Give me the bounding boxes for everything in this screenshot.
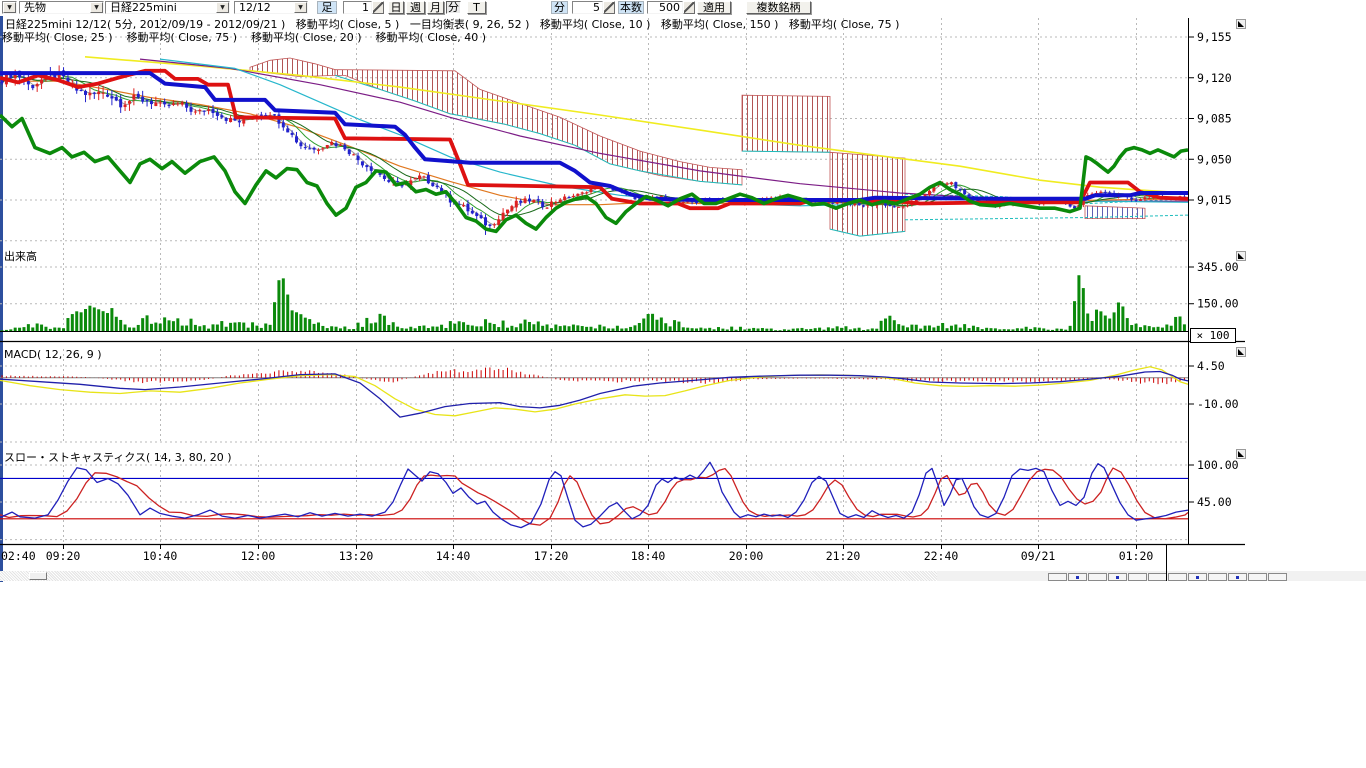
- macd-panel-collapse-button[interactable]: [1236, 347, 1246, 357]
- time-axis-label: 12:00: [241, 549, 276, 563]
- axis-tick-label: -10.00: [1197, 397, 1239, 411]
- chart-canvas: 9,155 9,120 9,085 9,050 9,015 345.00 150.00 4.5…: [0, 0, 1250, 582]
- volume-bars: [1, 275, 1186, 331]
- time-axis-label: 09/21: [1021, 549, 1056, 563]
- axis-tick-label: 345.00: [1197, 260, 1239, 274]
- axis-tick-label: 9,085: [1197, 112, 1232, 126]
- time-axis-label: 17:20: [534, 549, 569, 563]
- volume-multiplier-box: × 100: [1190, 328, 1236, 343]
- volume-panel-collapse-button[interactable]: [1236, 251, 1246, 261]
- time-axis-label: 22:40: [924, 549, 959, 563]
- bottom-toolbar-buttons[interactable]: [1048, 573, 1287, 581]
- axis-tick-label: 4.50: [1197, 359, 1225, 373]
- time-axis-label: 02:40: [1, 549, 36, 563]
- time-axis-label: 20:00: [729, 549, 764, 563]
- axis-tick-label: 150.00: [1197, 297, 1239, 311]
- macd-panel-title: MACD( 12, 26, 9 ): [4, 348, 102, 361]
- time-axis-label: 18:40: [631, 549, 666, 563]
- time-axis-label: 13:20: [339, 549, 374, 563]
- time-axis-label: 10:40: [143, 549, 178, 563]
- price-panel-collapse-button[interactable]: [1236, 19, 1246, 29]
- axis-tick-label: 45.00: [1197, 495, 1232, 509]
- trading-chart-app: ▼ 先物 ▼ 日経225mini ▼ 12/12 ▼ 足 1 日 週 月 分 T…: [0, 0, 1366, 768]
- chart-header-line1: 日経225mini 12/12( 5分, 2012/09/19 - 2012/0…: [5, 19, 899, 31]
- time-axis-label: 09:20: [46, 549, 81, 563]
- axis-tick-label: 9,155: [1197, 30, 1232, 44]
- scrollbar-thumb[interactable]: [29, 572, 47, 580]
- time-axis-label: 21:20: [826, 549, 861, 563]
- axis-tick-label: 100.00: [1197, 458, 1239, 472]
- volume-panel-title: 出来高: [4, 248, 37, 264]
- macd-panel: [0, 367, 1188, 417]
- axes: 9,155 9,120 9,085 9,050 9,015 345.00 150.00 4.5…: [0, 18, 1245, 563]
- time-axis-label: 01:20: [1119, 549, 1154, 563]
- axis-tick-label: 9,120: [1197, 71, 1232, 85]
- stoch-panel-title: スロー・ストキャスティクス( 14, 3, 80, 20 ): [4, 449, 232, 465]
- axis-tick-label: 9,015: [1197, 193, 1232, 207]
- axis-tick-label: 9,050: [1197, 152, 1232, 166]
- stoch-panel-collapse-button[interactable]: [1236, 449, 1246, 459]
- time-axis-divider: [1166, 545, 1167, 581]
- chart-header-line2: 移動平均( Close, 25 ) 移動平均( Close, 75 ) 移動平均…: [2, 32, 486, 44]
- time-axis-label: 14:40: [436, 549, 471, 563]
- stochastics-panel: [0, 462, 1188, 527]
